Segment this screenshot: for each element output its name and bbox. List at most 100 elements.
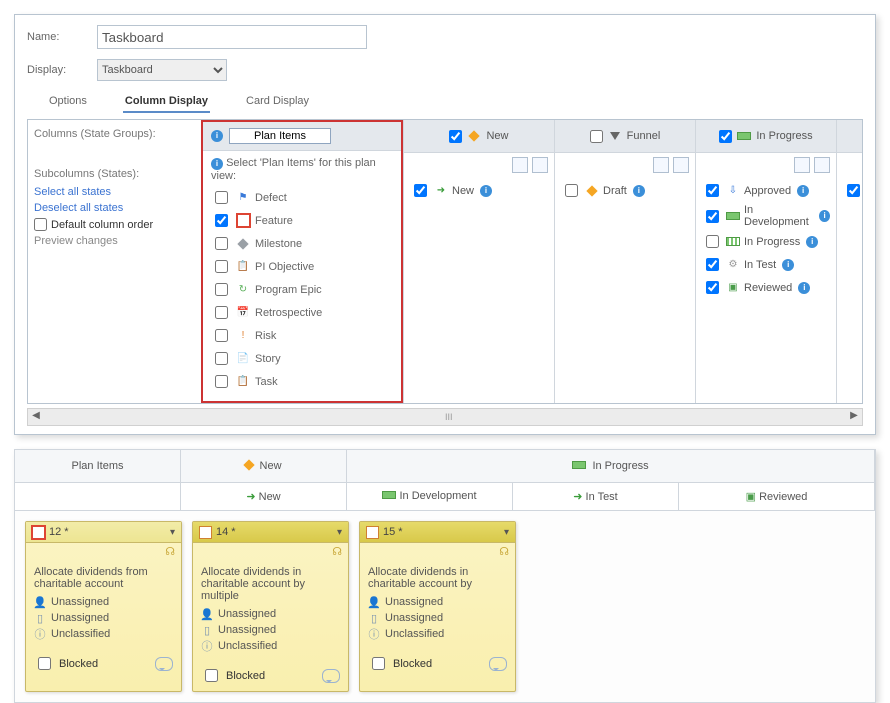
card-link-icon[interactable]: ☊ [332,546,342,558]
info-icon[interactable]: i [798,282,810,294]
plan-items-hint: Select 'Plan Items' for this plan view: [211,157,376,182]
substate-reviewed[interactable]: ▣Reviewedi [702,278,830,297]
card-menu-icon[interactable]: ▾ [170,527,175,538]
plan-item-checkbox[interactable] [215,329,228,342]
state-header-checkbox[interactable] [719,130,732,143]
plan-item-risk[interactable]: ! Risk [211,326,393,345]
plan-item-milestone[interactable]: Milestone [211,234,393,253]
scroll-left-arrow[interactable]: ◀ [28,409,44,423]
state-header-checkbox[interactable] [449,130,462,143]
mini-action-1-icon[interactable] [512,157,528,173]
person-icon: 👤 [368,596,380,608]
substate-reviewing[interactable]: Reviewingi [843,181,862,200]
mini-action-2-icon[interactable] [814,157,830,173]
substate-in-development[interactable]: In Developmenti [702,204,830,228]
plan-item-checkbox[interactable] [215,260,228,273]
comment-icon[interactable] [155,657,173,671]
card-header[interactable]: 15 *▾ [360,522,515,543]
plan-item-pi-objective[interactable]: 📋 PI Objective [211,257,393,276]
state-header-checkbox[interactable] [590,130,603,143]
info-icon[interactable]: i [782,259,794,271]
display-select[interactable]: Taskboard [97,59,227,81]
plan-item-checkbox[interactable] [215,375,228,388]
card-title: Allocate dividends from charitable accou… [34,566,173,590]
state-header-label: New [486,130,508,142]
preview-link[interactable]: Preview changes [34,235,193,247]
plan-item-checkbox[interactable] [215,191,228,204]
info-icon[interactable]: i [819,210,830,222]
deselect-all-link[interactable]: Deselect all states [34,202,193,214]
feature-icon [32,526,45,539]
info-icon[interactable]: i [806,236,818,248]
plan-items-button[interactable]: Plan Items [229,128,331,144]
help-icon: ⓘ [201,640,213,652]
substate-checkbox[interactable] [706,235,719,248]
tab-column-display[interactable]: Column Display [123,91,210,113]
substate-in-test[interactable]: ⚙In Testi [702,255,830,274]
substate-checkbox[interactable] [847,184,860,197]
retro-icon: 📅 [236,306,250,320]
tab-options[interactable]: Options [47,91,89,113]
plan-item-retrospective[interactable]: 📅 Retrospective [211,303,393,322]
card-12[interactable]: 12 *▾ ☊ Allocate dividends from charitable… [25,521,182,692]
tag-icon: ▯ [368,612,380,624]
state-header[interactable]: In Progress [696,120,836,153]
card-header[interactable]: 12 *▾ [26,522,181,543]
state-header[interactable]: New [404,120,554,153]
plan-item-checkbox[interactable] [215,283,228,296]
blocked-checkbox[interactable] [372,657,385,670]
default-order-checkbox[interactable] [34,218,47,231]
substate-checkbox[interactable] [706,281,719,294]
info-icon[interactable]: i [633,185,645,197]
plan-item-story[interactable]: 📄 Story [211,349,393,368]
state-header[interactable]: Funnel [555,120,695,153]
substate-new[interactable]: ➜Newi [410,181,548,200]
blocked-checkbox[interactable] [38,657,51,670]
plan-item-task[interactable]: 📋 Task [211,372,393,391]
scroll-right-arrow[interactable]: ▶ [846,409,862,423]
substate-checkbox[interactable] [706,210,719,223]
substate-checkbox[interactable] [565,184,578,197]
name-input[interactable] [97,25,367,49]
plan-item-label: Feature [255,215,293,227]
task-icon: 📋 [236,375,250,389]
name-label: Name: [27,31,97,43]
plan-item-checkbox[interactable] [215,352,228,365]
scroll-grip[interactable]: III [445,412,453,422]
card-link-icon[interactable]: ☊ [499,546,509,558]
card-14[interactable]: 14 *▾☊Allocate dividends in charitable a… [192,521,349,692]
card-menu-icon[interactable]: ▾ [337,527,342,538]
state-header[interactable]: Review [837,120,862,153]
substate-approved[interactable]: ⇩Approvedi [702,181,830,200]
columns-label: Columns (State Groups): [34,128,193,140]
comment-icon[interactable] [489,657,507,671]
substate-in-progress[interactable]: In Progressi [702,232,830,251]
substate-checkbox[interactable] [706,258,719,271]
info-icon[interactable]: i [797,185,809,197]
mini-action-2-icon[interactable] [532,157,548,173]
card-menu-icon[interactable]: ▾ [504,527,509,538]
card-header[interactable]: 14 *▾ [193,522,348,543]
blocked-label: Blocked [59,658,98,670]
substate-draft[interactable]: Drafti [561,181,689,200]
substate-checkbox[interactable] [706,184,719,197]
plan-item-checkbox[interactable] [215,237,228,250]
mini-action-2-icon[interactable] [673,157,689,173]
state-col-funnel: Funnel Drafti [554,120,695,403]
plan-item-feature[interactable]: Feature [211,211,393,230]
horizontal-scrollbar[interactable]: ◀ ▶ III [27,408,863,426]
plan-item-program-epic[interactable]: ↻ Program Epic [211,280,393,299]
tab-card-display[interactable]: Card Display [244,91,311,113]
card-link-icon[interactable]: ☊ [165,546,175,558]
select-all-link[interactable]: Select all states [34,186,193,198]
plan-item-checkbox[interactable] [215,306,228,319]
mini-action-1-icon[interactable] [653,157,669,173]
bar-green-icon [572,461,586,469]
plan-item-defect[interactable]: ⚑ Defect [211,188,393,207]
card-15[interactable]: 15 *▾☊Allocate dividends in charitable a… [359,521,516,692]
info-icon[interactable]: i [480,185,492,197]
mini-action-1-icon[interactable] [794,157,810,173]
plan-item-checkbox[interactable] [215,214,228,227]
substate-checkbox[interactable] [414,184,427,197]
plan-item-label: Task [255,376,278,388]
